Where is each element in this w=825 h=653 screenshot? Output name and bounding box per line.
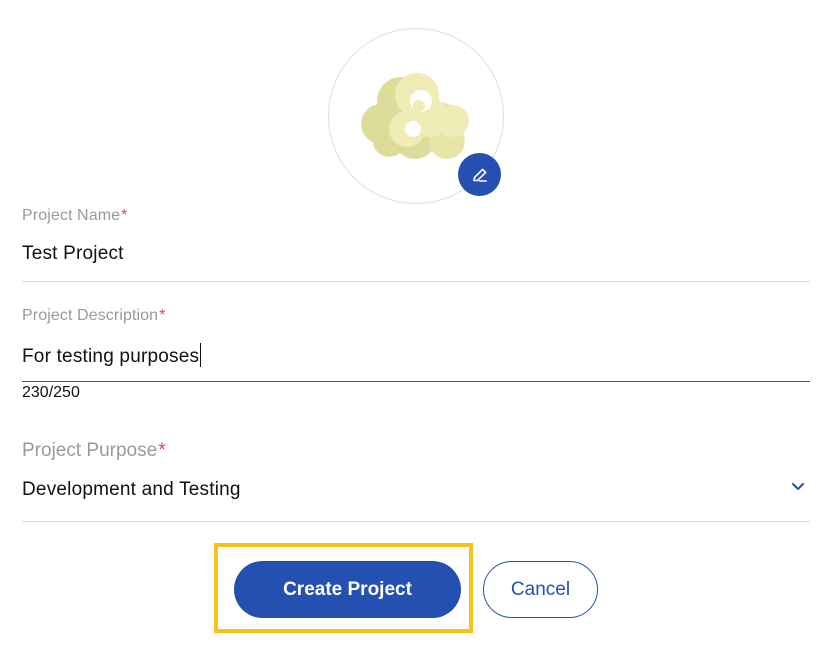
project-purpose-underline [22, 521, 810, 522]
project-name-input[interactable]: Test Project [22, 243, 124, 265]
cancel-button[interactable]: Cancel [483, 561, 598, 618]
project-description-input[interactable]: For testing purposes [22, 343, 202, 368]
project-name-field[interactable]: Project Name* Test Project [22, 207, 810, 282]
create-project-button[interactable]: Create Project [234, 561, 461, 618]
pencil-icon [472, 168, 487, 182]
project-purpose-select[interactable]: Project Purpose* Development and Testing [22, 440, 810, 522]
text-caret [200, 343, 202, 367]
required-mark: * [121, 207, 128, 224]
project-purpose-label: Project Purpose* [22, 440, 166, 461]
required-mark: * [158, 440, 166, 461]
project-description-label: Project Description* [22, 307, 166, 324]
project-description-underline [22, 381, 810, 382]
project-name-underline [22, 281, 810, 282]
character-counter: 230/250 [22, 384, 80, 401]
create-project-form: Project Name* Test Project Project Descr… [0, 0, 825, 653]
required-mark: * [159, 307, 166, 324]
project-description-field[interactable]: Project Description* For testing purpose… [22, 307, 810, 407]
project-purpose-value[interactable]: Development and Testing [22, 479, 241, 501]
edit-avatar-button[interactable] [458, 153, 501, 196]
chevron-down-icon[interactable] [790, 478, 806, 494]
project-name-label: Project Name* [22, 207, 128, 224]
